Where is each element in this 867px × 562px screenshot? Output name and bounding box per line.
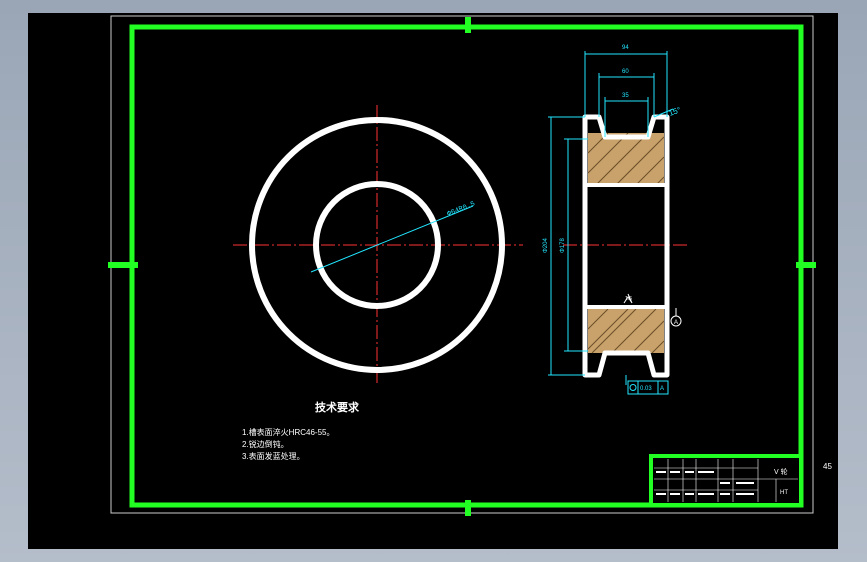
part-name: V 轮 — [774, 467, 788, 476]
outer-thin-frame — [110, 15, 814, 514]
roughness-value: 1.6 — [625, 296, 632, 302]
tolerance-value: 0.03 — [640, 386, 652, 392]
cad-drawing: Φ64R0.5 94 60 35 15° Φ204 Φ178 1.6 A 0.0… — [108, 15, 816, 516]
bottom-rim-hatch — [588, 309, 664, 353]
center-mark-right — [796, 262, 816, 268]
material: HT — [780, 490, 788, 496]
front-view: Φ64R0.5 — [233, 105, 523, 385]
side-label: 45 — [823, 462, 832, 471]
tolerance-symbol — [629, 384, 637, 391]
note-1: 1.槽表面淬火HRC46-55。 — [242, 427, 334, 437]
dim-left-inner: Φ178 — [560, 238, 566, 253]
center-mark-bottom — [465, 500, 471, 516]
green-border — [129, 24, 804, 508]
note-3: 3.表面发蓝处理。 — [242, 451, 305, 461]
center-mark-left — [108, 262, 138, 268]
datum-label: A — [674, 320, 678, 326]
left-dimensions — [548, 116, 588, 376]
center-mark-top — [465, 17, 471, 33]
angle-label: 15° — [668, 105, 682, 118]
top-rim-hatch — [588, 133, 664, 185]
title-block: V 轮 HT — [649, 454, 803, 507]
dim-top-2: 60 — [622, 69, 629, 75]
top-dimensions — [584, 51, 674, 137]
title-block-frame — [649, 454, 803, 507]
drawing-canvas: Φ64R0.5 94 60 35 15° Φ204 Φ178 1.6 A 0.0… — [28, 13, 838, 549]
bore-dimension-label: Φ64R0.5 — [446, 200, 476, 218]
technical-notes: 技术要求 1.槽表面淬火HRC46-55。 2.锐边倒钝。 3.表面发蓝处理。 — [242, 400, 360, 461]
notes-title: 技术要求 — [315, 400, 360, 414]
note-2: 2.锐边倒钝。 — [242, 439, 289, 449]
side-view: 94 60 35 15° Φ204 Φ178 1.6 A 0.03 A — [543, 45, 688, 395]
dim-top-3: 35 — [622, 93, 629, 99]
dim-top-1: 94 — [622, 45, 629, 51]
tolerance-datum: A — [660, 386, 664, 392]
dim-left-outer: Φ204 — [543, 238, 549, 253]
